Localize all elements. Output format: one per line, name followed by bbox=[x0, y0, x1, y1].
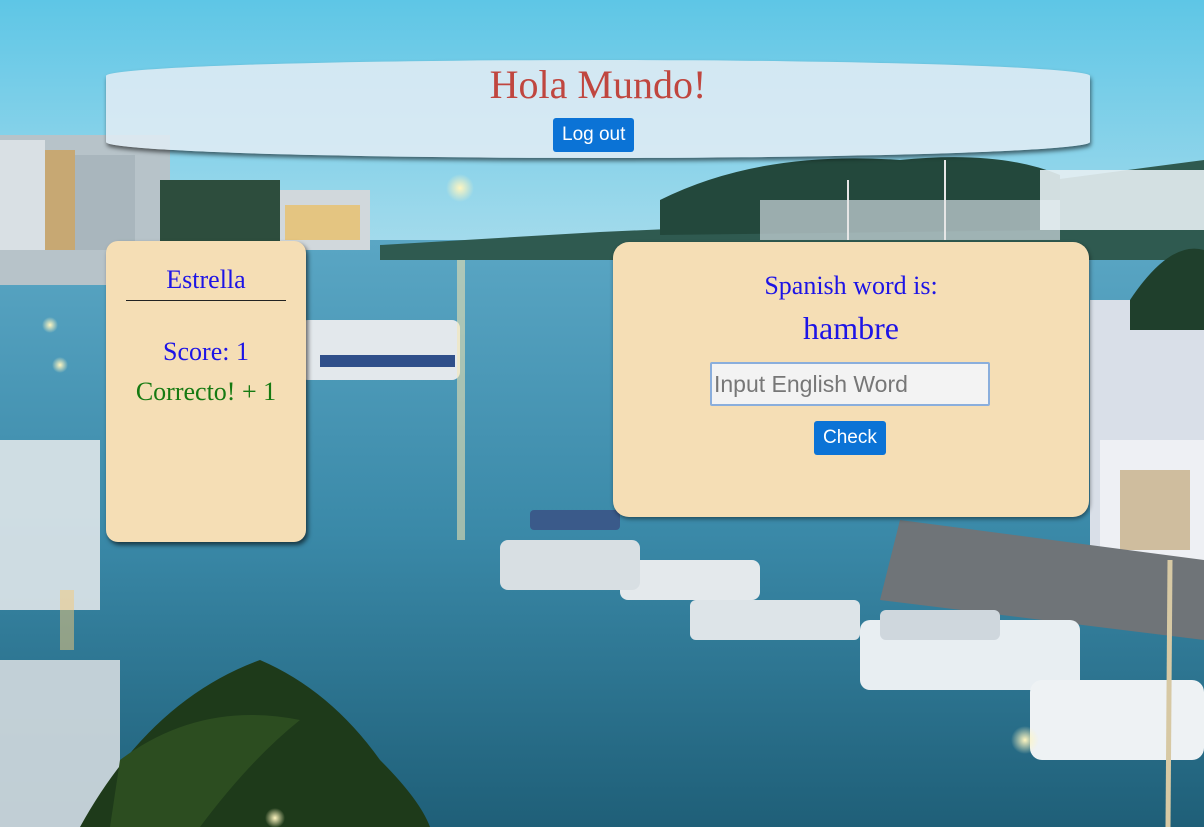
feedback-message: Correcto! + 1 bbox=[135, 377, 277, 406]
spanish-word: hambre bbox=[803, 310, 899, 346]
check-button[interactable]: Check bbox=[814, 421, 886, 455]
player-name: Estrella bbox=[126, 265, 286, 301]
logout-button[interactable]: Log out bbox=[553, 118, 635, 152]
english-word-input[interactable] bbox=[710, 362, 990, 406]
header-banner: Hola Mundo! Log out bbox=[106, 60, 1090, 158]
score-display: Score: 1 bbox=[163, 337, 249, 366]
player-panel: Estrella Score: 1 Correcto! + 1 bbox=[106, 241, 306, 542]
spanish-word-prompt: Spanish word is: bbox=[764, 271, 938, 300]
page-title: Hola Mundo! bbox=[489, 62, 707, 107]
quiz-panel: Spanish word is: hambre Check bbox=[613, 242, 1089, 517]
